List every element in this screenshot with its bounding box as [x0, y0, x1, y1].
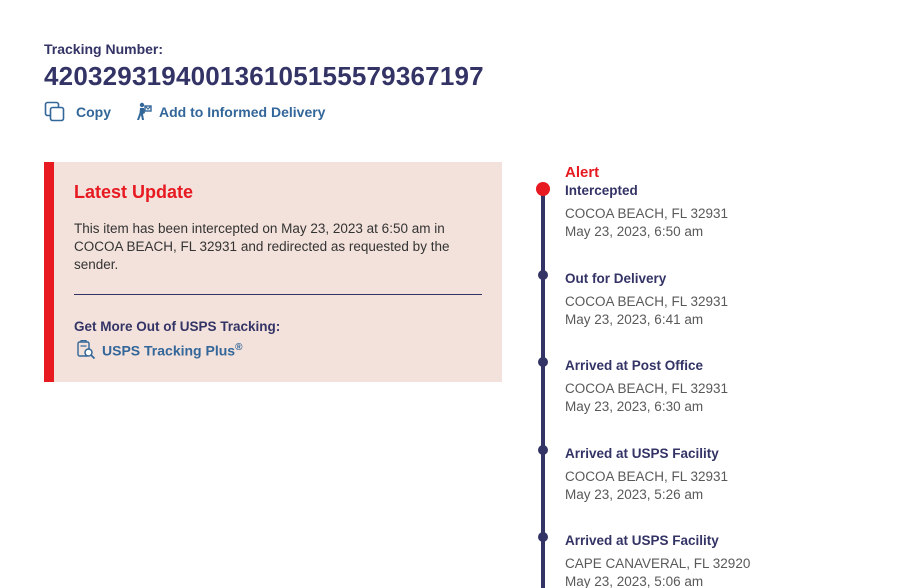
tracking-page: Tracking Number: 42032931940013610515557…: [0, 0, 911, 588]
timeline-dot: [538, 532, 548, 542]
alert-label: Alert: [565, 164, 600, 181]
copy-icon: [44, 101, 65, 122]
event-status: Arrived at USPS Facility: [565, 446, 719, 461]
timeline-dot: [538, 357, 548, 367]
registered-mark: ®: [235, 341, 243, 353]
timeline-event: Out for Delivery COCOA BEACH, FL 32931 M…: [565, 270, 895, 329]
tracking-number-label: Tracking Number:: [44, 41, 164, 57]
usps-tracking-plus-label: USPS Tracking Plus®: [102, 342, 242, 359]
add-to-informed-delivery-button[interactable]: Add to Informed Delivery: [133, 102, 325, 122]
event-status: Arrived at USPS Facility: [565, 533, 719, 548]
timeline-event: Arrived at USPS Facility CAPE CANAVERAL,…: [565, 532, 895, 588]
tracking-number: 420329319400136105155579367197: [44, 61, 484, 91]
event-time: May 23, 2023, 6:30 am: [565, 399, 704, 414]
copy-label: Copy: [76, 104, 111, 120]
event-time: May 23, 2023, 5:26 am: [565, 487, 704, 502]
tracking-actions: Copy Add to Informed Delivery: [44, 100, 325, 124]
timeline-dot: [538, 445, 548, 455]
latest-update-panel: Latest Update This item has been interce…: [44, 162, 502, 382]
event-status: Out for Delivery: [565, 271, 667, 286]
add-to-informed-delivery-label: Add to Informed Delivery: [159, 104, 326, 120]
timeline-line: [541, 190, 545, 588]
timeline-event: Arrived at USPS Facility COCOA BEACH, FL…: [565, 445, 895, 504]
timeline-dot: [538, 270, 548, 280]
latest-update-title: Latest Update: [74, 182, 194, 202]
tracking-plus-icon: [77, 340, 96, 360]
timeline-event: Alert Intercepted COCOA BEACH, FL 32931 …: [565, 164, 895, 241]
timeline-event: Arrived at Post Office COCOA BEACH, FL 3…: [565, 357, 895, 416]
event-time: May 23, 2023, 6:50 am: [565, 224, 704, 239]
tracking-plus-text: USPS Tracking Plus: [102, 342, 236, 359]
event-status: Arrived at Post Office: [565, 358, 704, 373]
mail-carrier-icon: [137, 102, 152, 120]
event-location: COCOA BEACH, FL 32931: [565, 206, 729, 221]
latest-update-text: This item has been intercepted on May 23…: [74, 221, 450, 272]
event-status: Intercepted: [565, 183, 638, 198]
tracking-promo-title: Get More Out of USPS Tracking:: [74, 319, 281, 334]
divider: [74, 294, 482, 295]
timeline-alert-dot: [536, 182, 550, 196]
event-location: COCOA BEACH, FL 32931: [565, 381, 729, 396]
event-time: May 23, 2023, 5:06 am: [565, 574, 704, 588]
copy-button[interactable]: Copy: [44, 101, 111, 123]
event-location: CAPE CANAVERAL, FL 32920: [565, 556, 751, 571]
event-location: COCOA BEACH, FL 32931: [565, 294, 729, 309]
usps-tracking-plus-link[interactable]: USPS Tracking Plus®: [76, 340, 242, 360]
event-location: COCOA BEACH, FL 32931: [565, 469, 729, 484]
event-time: May 23, 2023, 6:41 am: [565, 312, 704, 327]
